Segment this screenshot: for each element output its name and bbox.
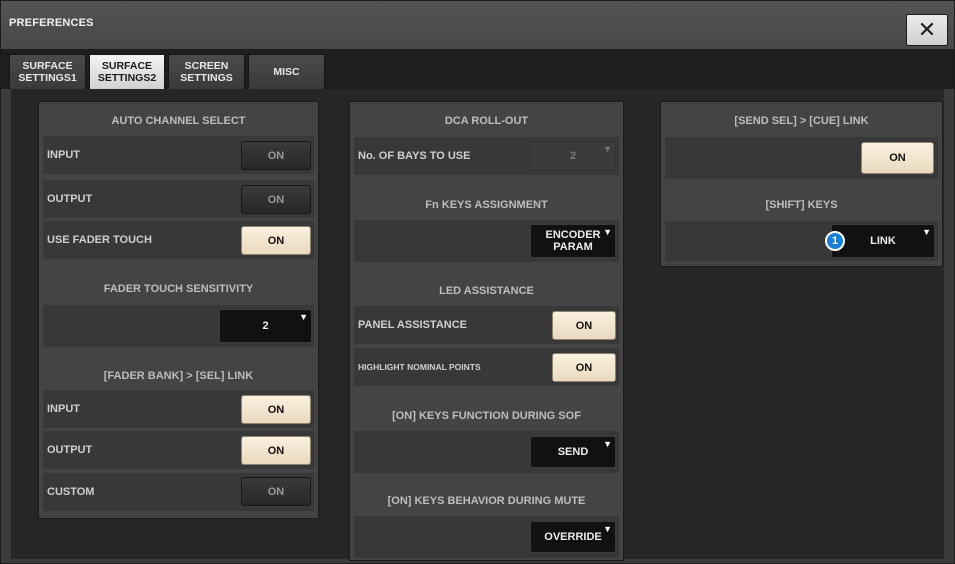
row-shift-keys: LINK ▼ [665,221,938,261]
caret-down-icon: ▼ [603,524,612,534]
select-value: ENCODER PARAM [545,229,601,253]
row-label: No. OF BAYS TO USE [358,150,471,162]
fader-touch-sensitivity-heading: FADER TOUCH SENSITIVITY [103,283,254,295]
row-label: INPUT [47,403,80,415]
close-button[interactable]: ✕ [906,14,948,46]
send-sel-cue-toggle[interactable]: ON [861,142,934,174]
tab-bar: SURFACE SETTINGS1 SURFACE SETTINGS2 SCRE… [1,49,954,89]
left-panel: AUTO CHANNEL SELECT INPUT ON OUTPUT ON U… [38,101,319,519]
on-keys-mute-select[interactable]: OVERRIDE ▼ [530,521,616,553]
shift-keys-select[interactable]: LINK ▼ [831,224,935,258]
fn-keys-assignment-heading: Fn KEYS ASSIGNMENT [425,199,548,211]
fb-custom-toggle[interactable]: ON [241,477,311,506]
row-fb-input: INPUT ON [43,390,314,428]
row-send-sel-cue: ON [665,137,938,179]
send-sel-cue-heading: [SEND SEL] > [CUE] LINK [734,115,869,127]
row-on-keys-mute: OVERRIDE ▼ [354,516,619,558]
row-panel-assistance: PANEL ASSISTANCE ON [354,306,619,344]
row-label: USE FADER TOUCH [47,234,152,246]
led-assistance-heading: LED ASSISTANCE [439,285,534,297]
on-keys-mute-heading: [ON] KEYS BEHAVIOR DURING MUTE [387,495,586,507]
panel-assistance-toggle[interactable]: ON [552,311,616,340]
row-fb-output: OUTPUT ON [43,431,314,469]
acs-input-toggle[interactable]: ON [241,141,311,170]
highlight-nominal-toggle[interactable]: ON [552,353,616,382]
row-label: OUTPUT [47,193,93,205]
right-panel: [SEND SEL] > [CUE] LINK ON [SHIFT] KEYS … [660,101,943,267]
select-value: 2 [569,150,577,162]
middle-panel: DCA ROLL-OUT No. OF BAYS TO USE 2 ▼ Fn K… [349,101,624,561]
row-on-keys-sof: SEND ▼ [354,431,619,473]
title-bar: PREFERENCES ✕ [1,1,954,49]
shift-keys-heading: [SHIFT] KEYS [765,199,838,211]
close-icon: ✕ [917,17,937,42]
select-value: OVERRIDE [544,531,602,543]
preferences-window: PREFERENCES ✕ SURFACE SETTINGS1 SURFACE … [0,0,955,564]
row-fader-touch-sensitivity: 2 ▼ [43,305,314,347]
fader-touch-sensitivity-select[interactable]: 2 ▼ [219,309,312,343]
auto-channel-select-heading: AUTO CHANNEL SELECT [111,115,246,127]
row-acs-output: OUTPUT ON [43,180,314,218]
acs-output-toggle[interactable]: ON [241,185,311,214]
window-title: PREFERENCES [9,17,94,29]
tab-misc[interactable]: MISC [248,54,325,89]
row-fn-keys: ENCODER PARAM ▼ [354,220,619,262]
row-label: CUSTOM [47,486,95,498]
row-fb-custom: CUSTOM ON [43,473,314,511]
row-highlight-nominal: HIGHLIGHT NOMINAL POINTS ON [354,348,619,386]
row-bays-to-use: No. OF BAYS TO USE 2 ▼ [354,137,619,175]
caret-down-icon: ▼ [603,227,612,237]
fb-output-toggle[interactable]: ON [241,436,311,465]
caret-down-icon: ▼ [299,312,308,322]
use-fader-touch-toggle[interactable]: ON [241,226,311,255]
tab-surface-settings1[interactable]: SURFACE SETTINGS1 [9,54,86,89]
tab-screen-settings[interactable]: SCREEN SETTINGS [168,54,245,89]
callout-badge: 1 [825,231,845,251]
caret-down-icon: ▼ [603,439,612,449]
row-label: INPUT [47,149,80,161]
dca-roll-out-heading: DCA ROLL-OUT [444,115,529,127]
row-label: OUTPUT [47,444,93,456]
fader-bank-sel-link-heading: [FADER BANK] > [SEL] LINK [103,370,254,382]
select-value: SEND [557,446,589,458]
fn-keys-select[interactable]: ENCODER PARAM ▼ [530,224,616,258]
caret-down-icon: ▼ [603,144,612,154]
on-keys-sof-heading: [ON] KEYS FUNCTION DURING SOF [392,410,581,422]
row-label: PANEL ASSISTANCE [358,319,467,331]
row-use-fader-touch: USE FADER TOUCH ON [43,221,314,259]
bays-to-use-select[interactable]: 2 ▼ [530,141,616,171]
select-value: 2 [262,320,269,332]
on-keys-sof-select[interactable]: SEND ▼ [530,436,616,468]
fb-input-toggle[interactable]: ON [241,395,311,424]
select-value: LINK [870,235,896,247]
row-acs-input: INPUT ON [43,136,314,174]
caret-down-icon: ▼ [922,227,931,237]
tab-surface-settings2[interactable]: SURFACE SETTINGS2 [89,54,165,89]
row-label: HIGHLIGHT NOMINAL POINTS [358,362,481,372]
